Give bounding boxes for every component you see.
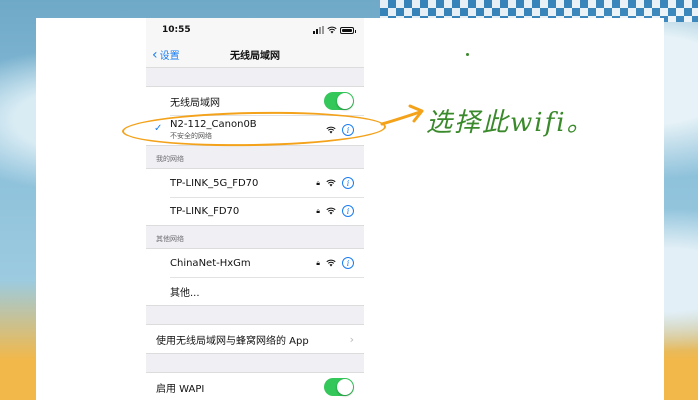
lock-icon: 🔒︎: [316, 206, 320, 215]
network-name: TP-LINK_FD70: [170, 205, 240, 217]
apps-row-label: 使用无线局域网与蜂窝网络的 App: [156, 335, 309, 347]
ink-dot: [466, 53, 469, 56]
info-icon[interactable]: i: [342, 177, 354, 189]
wapi-group: 启用 WAPI: [146, 372, 364, 400]
cellular-signal-icon: [313, 26, 324, 34]
navigation-bar: ‹ 设置 无线局域网: [146, 42, 364, 68]
network-row-tp-link-5g[interactable]: TP-LINK_5G_FD70 🔒︎ i: [146, 169, 364, 197]
network-name: TP-LINK_5G_FD70: [170, 177, 259, 189]
wapi-toggle-switch[interactable]: [324, 378, 354, 396]
arrow-annotation-icon: [380, 104, 424, 126]
apps-group: 使用无线局域网与蜂窝网络的 App ›: [146, 324, 364, 354]
phone-screenshot: 10:55 ‹ 设置 无线局域网 无线局域网 ✓ N2-112_Canon0B …: [146, 18, 364, 400]
wifi-signal-icon: [326, 207, 336, 215]
wapi-row: 启用 WAPI: [146, 373, 364, 400]
other-networks-group: ChinaNet-HxGm 🔒︎ i 其他...: [146, 248, 364, 306]
lock-icon: 🔒︎: [316, 178, 320, 187]
wifi-toggle-label: 无线局域网: [170, 97, 220, 109]
wifi-signal-icon: [326, 179, 336, 187]
other-network-label: 其他...: [170, 287, 200, 299]
status-icons: [313, 26, 356, 34]
lock-icon: 🔒︎: [316, 258, 320, 267]
wapi-label: 启用 WAPI: [156, 383, 205, 395]
status-bar: 10:55: [146, 18, 364, 42]
status-time: 10:55: [162, 25, 191, 35]
battery-icon: [340, 26, 356, 34]
wifi-toggle-row: 无线局域网: [146, 87, 364, 115]
other-network-row[interactable]: 其他...: [146, 277, 364, 305]
wifi-status-icon: [327, 26, 337, 34]
network-icons: 🔒︎ i: [316, 177, 354, 189]
chevron-right-icon: ›: [349, 332, 354, 346]
wifi-signal-icon: [326, 259, 336, 267]
page-title: 无线局域网: [230, 51, 280, 62]
other-networks-header: 其他网络: [156, 235, 184, 243]
info-icon[interactable]: i: [342, 257, 354, 269]
info-icon[interactable]: i: [342, 205, 354, 217]
handwritten-annotation-text: 选择此wifi。: [426, 108, 595, 138]
network-name: ChinaNet-HxGm: [170, 257, 251, 269]
back-label: 设置: [159, 51, 180, 62]
network-icons: 🔒︎ i: [316, 205, 354, 217]
network-row-tp-link[interactable]: TP-LINK_FD70 🔒︎ i: [146, 197, 364, 225]
chevron-left-icon: ‹: [152, 46, 158, 63]
network-icons: 🔒︎ i: [316, 257, 354, 269]
my-networks-group: TP-LINK_5G_FD70 🔒︎ i TP-LINK_FD70 🔒︎ i: [146, 168, 364, 226]
apps-using-wifi-row[interactable]: 使用无线局域网与蜂窝网络的 App ›: [146, 325, 364, 353]
network-row-chinanet[interactable]: ChinaNet-HxGm 🔒︎ i: [146, 249, 364, 277]
wifi-toggle-switch[interactable]: [324, 92, 354, 110]
back-button[interactable]: ‹ 设置: [152, 46, 180, 63]
my-networks-header: 我的网络: [156, 155, 184, 163]
